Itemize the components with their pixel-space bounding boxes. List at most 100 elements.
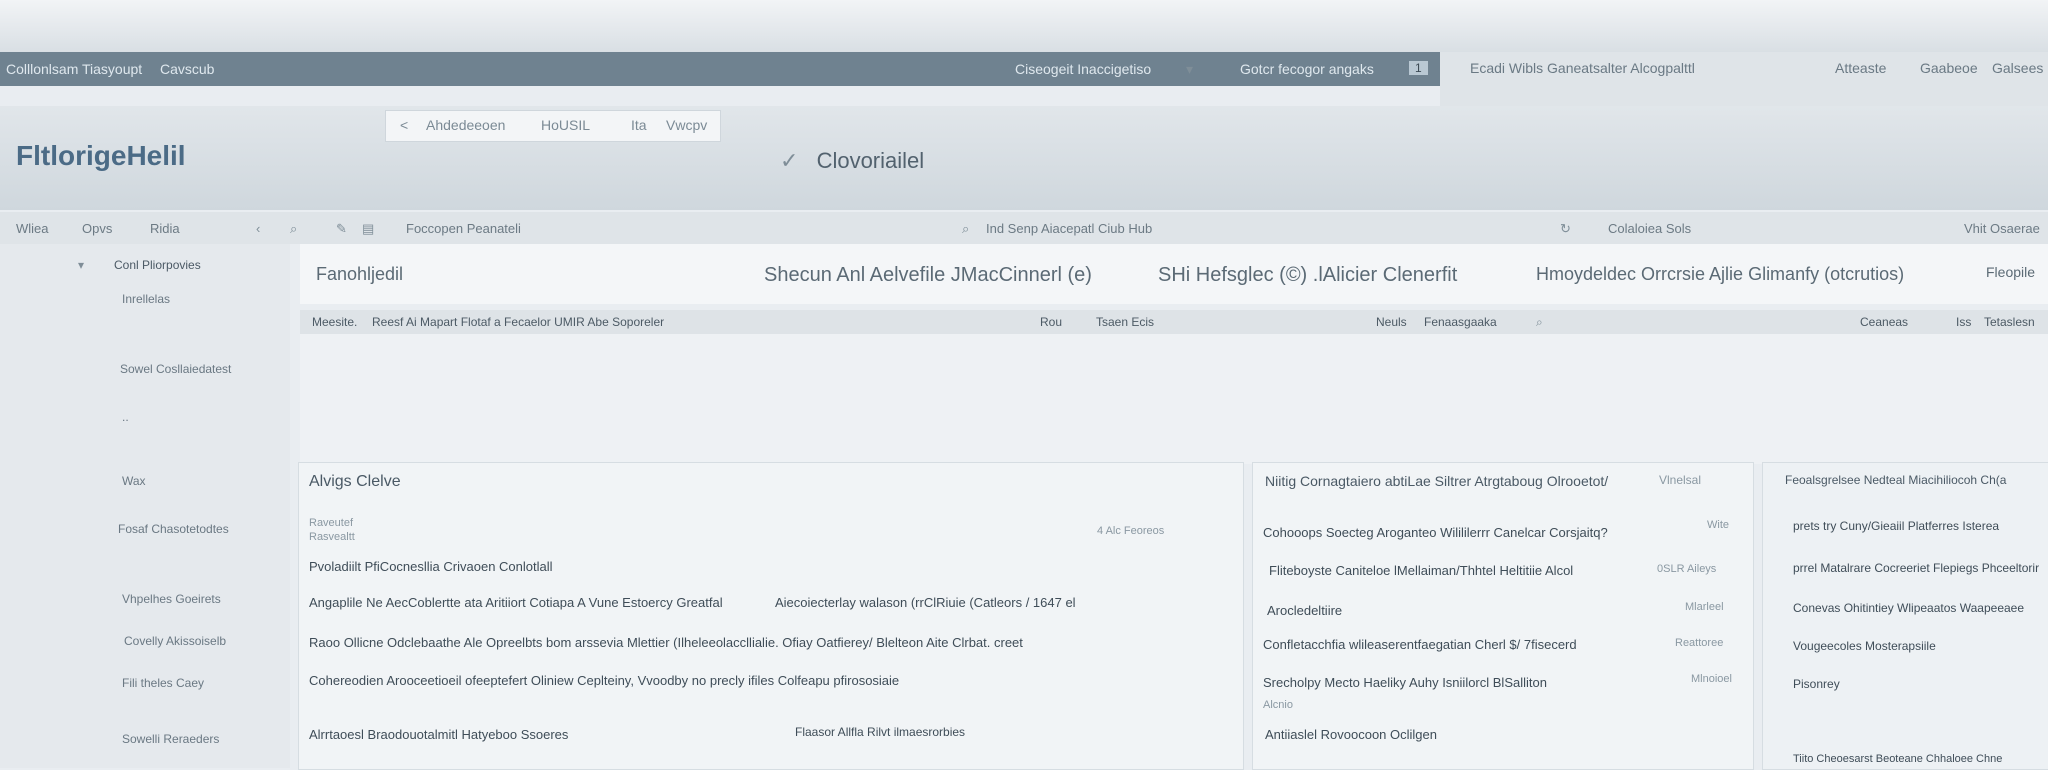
search-icon[interactable]: ⌕ [1536, 315, 1543, 330]
chevron-down-icon[interactable]: ▾ [1186, 61, 1193, 78]
filter-label: Meesite. [312, 315, 358, 329]
column-header-3[interactable]: SHi Hefsglec (©) .lAlicier Clenerfit [1158, 264, 1457, 287]
toolbar-center-label[interactable]: Ind Senp Aiacepatl Ciub Hub [986, 221, 1152, 236]
chevron-down-icon[interactable]: ‹ [256, 221, 260, 236]
panel-row[interactable]: Conevas Ohitintiey Wlipeaatos Waapeeaee [1793, 601, 2024, 615]
column-header-1[interactable]: Fanohljedil [316, 264, 403, 285]
header-center: ✓ Clovoriailel [780, 148, 924, 174]
filter-right-2[interactable]: Fenaasgaaka [1424, 315, 1497, 329]
panel-row[interactable]: Confletacchfia wlileaserentfaegatian Che… [1263, 637, 1577, 652]
breadcrumb-item-3[interactable]: Ita [631, 117, 647, 133]
nav-search-label[interactable]: Gotcr fecogor angaks [1240, 61, 1374, 77]
filter-mid-1[interactable]: Rou [1040, 315, 1062, 329]
panel-row-sub: Alcnio [1263, 699, 1293, 711]
detail-panel: Alvigs Clelve Raveutef Rasvealtt 4 Alc F… [298, 462, 1244, 770]
page-header [0, 106, 2048, 210]
filter-mid-2[interactable]: Tsaen Ecis [1096, 315, 1154, 329]
panel-row[interactable]: Fliteboyste Caniteloe lMellaiman/Thhtel … [1269, 563, 1573, 578]
sidebar-item[interactable]: Inrellelas [122, 292, 170, 306]
header-center-title: Clovoriailel [816, 148, 925, 173]
panel-line: Raoo Ollicne Odclebaathe Ale Opreelbts b… [309, 635, 1023, 650]
column-header-4[interactable]: Hmoydeldec Orrcrsie Ajlie Glimanfy (otcr… [1536, 264, 1904, 285]
toolbar-far-right[interactable]: Vhit Osaerae [1964, 221, 2040, 236]
panel-title-tag: Vlnelsal [1659, 473, 1702, 487]
panel-line: Cohereodien Arooceetioeil ofeeptefert Ol… [309, 673, 900, 688]
sidebar-item[interactable]: Sowelli Reraeders [122, 732, 219, 746]
chevron-down-icon[interactable]: ▾ [78, 258, 84, 272]
sidebar-section-title[interactable]: Conl Pliorpovies [114, 258, 201, 272]
breadcrumb-item-1[interactable]: Ahdedeeoen [426, 117, 505, 133]
panel-row[interactable]: prets try Cuny/Gieaiil Platferres Istere… [1793, 519, 1999, 533]
panel-title: Niitig Cornagtaiero abtiLae Siltrer Atrg… [1265, 473, 1609, 489]
panel-title: Feoalsgrelsee Nedteal Miacihiliocoh Ch(a [1785, 473, 2007, 487]
panel-footer-2[interactable]: Flaasor Allfla Rilvt ilmaesrorbies [795, 725, 965, 739]
toolbar-file-label[interactable]: Foccopen Peanateli [406, 221, 521, 236]
nav-center-label[interactable]: Ciseogeit Inaccigetiso [1015, 61, 1151, 77]
filter-right-5[interactable]: Tetaslesn [1984, 315, 2035, 329]
nav-item-3[interactable]: Cavscub [160, 61, 214, 77]
window-titlebar [0, 0, 2048, 52]
back-button[interactable]: < [400, 117, 408, 133]
search-icon[interactable]: ⌕ [290, 221, 297, 237]
sidebar-item[interactable]: Covelly Akissoiselb [124, 634, 226, 648]
filter-right-4[interactable]: Iss [1956, 315, 1971, 329]
panel-row-tag: Mlarleel [1685, 601, 1724, 613]
summary-panel: Niitig Cornagtaiero abtiLae Siltrer Atrg… [1252, 462, 1754, 770]
sidebar-item[interactable]: Sowel Cosllaiedatest [120, 362, 231, 376]
panel-row[interactable]: Srecholpy Mecto Haeliky Auhy Isniilorcl … [1263, 675, 1547, 690]
toolbar-item-2[interactable]: Opvs [82, 221, 112, 236]
panel-row[interactable]: prrel Matalrare Cocreeriet Flepiegs Phce… [1793, 561, 2039, 575]
app-brand: FltlorigeHelil [16, 140, 186, 171]
sidebar-item[interactable]: Fili theles Caey [122, 676, 204, 690]
file-icon[interactable]: ▤ [362, 221, 374, 237]
panel-sub-1: Raveutef [309, 517, 354, 529]
toolbar-right-label[interactable]: Colaloiea Sols [1608, 221, 1691, 236]
toolbar-item-3[interactable]: Ridia [150, 221, 180, 236]
sidebar-item[interactable]: Fosaf Chasotetodtes [118, 522, 229, 536]
panel-row-tag: Mlnoioel [1691, 673, 1732, 685]
column-header-5[interactable]: Fleopile [1986, 264, 2035, 280]
panel-footer-1[interactable]: Alrrtaoesl Braodouotalmitl Hatyeboo Ssoe… [309, 727, 568, 742]
panel-row[interactable]: Arocledeltiire [1267, 603, 1342, 618]
panel-row-tag: 0SLR Aileys [1657, 563, 1717, 575]
filter-right-3[interactable]: Ceaneas [1860, 315, 1908, 329]
panel-footer[interactable]: Antiiaslel Rovoocoon Oclilgen [1265, 727, 1437, 742]
filter-text[interactable]: Reesf Ai Mapart Flotaf a Fecaelor UMIR A… [372, 315, 664, 329]
content-area [300, 334, 2048, 464]
nav-right-item-2[interactable]: Gaabeoe [1920, 60, 1978, 76]
refresh-icon[interactable]: ↻ [1560, 221, 1571, 237]
search-icon[interactable]: ⌕ [962, 221, 969, 237]
panel-row[interactable]: Cohooops Soecteg Aroganteo Wilililerrr C… [1263, 525, 1608, 540]
nav-right-panel: Ecadi Wibls Ganeatsalter Alcogpalttl Att… [1440, 52, 2048, 106]
panel-line: Angaplile Ne AecCoblertte ata Aritiiort … [309, 595, 723, 610]
panel-row-tag: Reattoree [1675, 637, 1724, 649]
panel-row[interactable]: Pisonrey [1793, 677, 1840, 691]
sidebar: ▾ Conl Pliorpovies Inrellelas Sowel Cosl… [0, 244, 290, 768]
toolbar: Wliea Opvs Ridia ‹ ⌕ ✎ ▤ Foccopen Peanat… [0, 212, 2048, 244]
breadcrumb: < Ahdedeeoen HoUSIL Ita Vwcpv [385, 110, 721, 142]
nav-right-label[interactable]: Ecadi Wibls Ganeatsalter Alcogpalttl [1470, 60, 1695, 76]
nav-right-item-3[interactable]: Galsees [1992, 60, 2043, 76]
panel-footer: Tiito Cheoesarst Beoteane Chhaloee Chne [1793, 753, 2003, 765]
panel-line: Aiecoiecterlay walason (rrClRiuie (Catle… [775, 595, 1076, 610]
panel-line: Pvoladiilt PfiCocnesllia Crivaoen Conlot… [309, 559, 553, 574]
sidebar-item[interactable]: Vhpelhes Goeirets [122, 592, 221, 606]
nav-item-1[interactable]: Colllonlsam [6, 61, 78, 77]
top-navbar: Colllonlsam Tiasyoupt Cavscub Ciseogeit … [0, 52, 1440, 86]
filter-right-1[interactable]: Neuls [1376, 315, 1407, 329]
nav-right-item-1[interactable]: Atteaste [1835, 60, 1886, 76]
column-header-2[interactable]: Shecun Anl Aelvefile JMacCinnerl (e) [764, 264, 1092, 287]
sidebar-item[interactable]: .. [122, 410, 129, 424]
side-panel: Feoalsgrelsee Nedteal Miacihiliocoh Ch(a… [1762, 462, 2048, 770]
edit-icon[interactable]: ✎ [336, 221, 347, 237]
breadcrumb-item-2[interactable]: HoUSIL [541, 117, 590, 133]
toolbar-item-1[interactable]: Wliea [16, 221, 49, 236]
column-headers: Fanohljedil Shecun Anl Aelvefile JMacCin… [300, 244, 2048, 304]
breadcrumb-item-4[interactable]: Vwcpv [666, 117, 707, 133]
panel-row[interactable]: Vougeecoles Mosterapsiile [1793, 639, 1936, 653]
sidebar-item[interactable]: Wax [122, 474, 146, 488]
nav-item-2[interactable]: Tiasyoupt [82, 61, 142, 77]
panel-row-tag: Wite [1707, 519, 1729, 531]
check-icon: ✓ [780, 148, 799, 173]
panel-title: Alvigs Clelve [309, 473, 401, 490]
